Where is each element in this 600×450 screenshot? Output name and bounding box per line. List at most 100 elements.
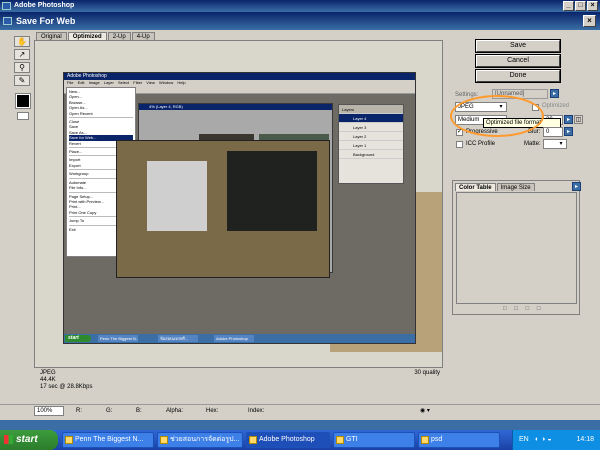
color-table-icons: □ □ □ □ [503, 306, 544, 312]
inner-menu-edit: Edit [77, 80, 85, 85]
taskbar-item-label: psd [431, 436, 443, 443]
status-download-time: 17 sec @ 28.8Kbps [40, 384, 93, 390]
taskbar-item-label: Penn The Biggest N... [75, 436, 144, 443]
inner-menu-view: View [146, 80, 155, 85]
dialog-title: Save For Web [16, 16, 76, 26]
settings-menu-icon[interactable]: ▸ [550, 89, 559, 98]
inner-doc-title: 4% (Layer 4, RGB) [139, 104, 332, 110]
color-table-panel: Color Table Image Size □ □ □ □ [452, 180, 580, 315]
lock-color-icon[interactable]: □ [503, 306, 510, 312]
inner-menu-select: Select [118, 80, 130, 85]
readout-b: B: [136, 408, 142, 414]
cancel-button[interactable]: Cancel [476, 55, 560, 67]
inner-titlebar: Adobe Photoshop [64, 73, 415, 80]
folder-icon [336, 436, 344, 444]
icc-profile-label: ICC Profile [466, 141, 496, 147]
inner-menu-image: Image [88, 80, 100, 85]
layer-row: Layer 3 [339, 123, 403, 132]
matte-label: Matte: [524, 141, 541, 147]
hand-tool-icon[interactable]: ✋ [14, 36, 30, 47]
windows-taskbar: start Penn The Biggest N... ช่วยสอนการจั… [0, 430, 600, 450]
readout-hex: Hex: [206, 408, 219, 414]
readout-g: G: [106, 408, 113, 414]
blur-slider-arrow-icon[interactable]: ▸ [564, 127, 573, 136]
status-size: 44.4K [40, 377, 56, 383]
taskbar-item[interactable]: GTI [333, 432, 415, 448]
optimized-status: JPEG 44.4K 17 sec @ 28.8Kbps 30 quality [40, 370, 440, 400]
taskbar-item-label: Adobe Photoshop [259, 436, 315, 443]
start-label: start [16, 434, 38, 445]
taskbar-item[interactable]: Penn The Biggest N... [62, 432, 154, 448]
minimize-icon[interactable]: _ [563, 1, 574, 11]
language-indicator[interactable]: EN [519, 430, 529, 450]
new-color-icon[interactable]: □ [514, 306, 521, 312]
system-tray: EN ◐ ◑ ◒ 14:18 [512, 430, 600, 450]
clock[interactable]: 14:18 [576, 430, 594, 450]
windows-logo-icon [4, 435, 13, 444]
menu-separator [69, 117, 133, 119]
tab-image-size[interactable]: Image Size [496, 183, 535, 191]
readout-index: Index: [248, 408, 265, 414]
delete-color-icon[interactable]: □ [526, 306, 533, 312]
icc-profile-checkbox[interactable] [456, 141, 463, 148]
taskbar-item[interactable]: psd [418, 432, 500, 448]
quality-mask-icon[interactable]: ◫ [574, 115, 583, 124]
browser-icon [65, 436, 73, 444]
file-menu-item: Open Recent [69, 110, 93, 116]
zoom-tool-icon[interactable]: ⚲ [14, 62, 30, 73]
folder-icon [421, 436, 429, 444]
maximize-icon[interactable]: □ [575, 1, 586, 11]
color-table-menu-icon[interactable]: ▸ [572, 182, 581, 191]
inner-task-item: Penn The Biggest N... [98, 335, 138, 342]
toggle-slices-icon[interactable] [17, 112, 29, 120]
browser-icon [160, 436, 168, 444]
zoom-select[interactable]: 100% [34, 406, 64, 416]
layer-row: Background [339, 150, 403, 159]
tray-icons[interactable]: ◐ ◑ ◒ [535, 430, 552, 450]
tab-color-table[interactable]: Color Table [455, 183, 496, 191]
matte-select[interactable]: ▾ [543, 139, 567, 149]
inner-taskbar: start Penn The Biggest N... ข้อสอบแจกฟรี… [64, 334, 415, 343]
done-button[interactable]: Done [476, 70, 560, 82]
inner-menu-window: Window [159, 80, 174, 85]
inner-task-item: ข้อสอบแจกฟรี... [158, 335, 198, 342]
fishing-reel-photo [116, 140, 330, 278]
toolbox: ✋ ↗ ⚲ ✎ [14, 36, 32, 96]
status-format: JPEG [40, 370, 56, 376]
layer-row: Layer 2 [339, 132, 403, 141]
browser-preview-icon[interactable]: ◉ ▾ [420, 405, 430, 417]
start-button[interactable]: start [0, 430, 58, 450]
inner-menu-layer: Layer [103, 80, 114, 85]
blur-input[interactable]: 0 [543, 127, 563, 137]
status-quality: 30 quality [414, 370, 440, 376]
taskbar-item-label: ช่วยสอนการจัดต่อรูป... [170, 436, 240, 443]
photoshop-icon [249, 436, 257, 444]
color-panel-tabs: Color Table Image Size [455, 183, 536, 191]
inner-menu-filter: Filter [133, 80, 143, 85]
readout-r: R: [76, 408, 82, 414]
taskbar-item-active[interactable]: Adobe Photoshop [246, 432, 330, 448]
taskbar-item[interactable]: ช่วยสอนการจัดต่อรูป... [157, 432, 243, 448]
eyedropper-color-swatch[interactable] [15, 93, 31, 109]
taskbar-item-label: GTI [346, 436, 358, 443]
layer-row: Layer 1 [339, 141, 403, 150]
inner-task-item: Adobe Photoshop [214, 335, 254, 342]
photoshop-title: Adobe Photoshop [14, 2, 75, 9]
quality-slider-arrow-icon[interactable]: ▸ [564, 115, 573, 124]
web-shift-icon[interactable]: □ [537, 306, 544, 312]
inner-start-button: start [65, 335, 91, 342]
inner-layers-panel: Layers Layer 4 Layer 3 Layer 2 Layer 1 B… [338, 104, 404, 184]
highlight-circle [450, 95, 544, 137]
photoshop-titlebar: Adobe Photoshop _ □ × [0, 0, 600, 12]
dialog-close-icon[interactable]: × [583, 15, 596, 27]
reel-body-photo [227, 151, 317, 231]
readout-alpha: Alpha: [166, 408, 184, 414]
eyedropper-tool-icon[interactable]: ✎ [14, 75, 30, 86]
inner-menu-file: File [67, 80, 74, 85]
dialog-titlebar: Save For Web × [0, 12, 600, 30]
color-table-area [456, 192, 577, 304]
close-icon[interactable]: × [587, 1, 598, 11]
slice-select-tool-icon[interactable]: ↗ [14, 49, 30, 60]
layer-row: Layer 4 [339, 114, 403, 123]
save-button[interactable]: Save [476, 40, 560, 52]
